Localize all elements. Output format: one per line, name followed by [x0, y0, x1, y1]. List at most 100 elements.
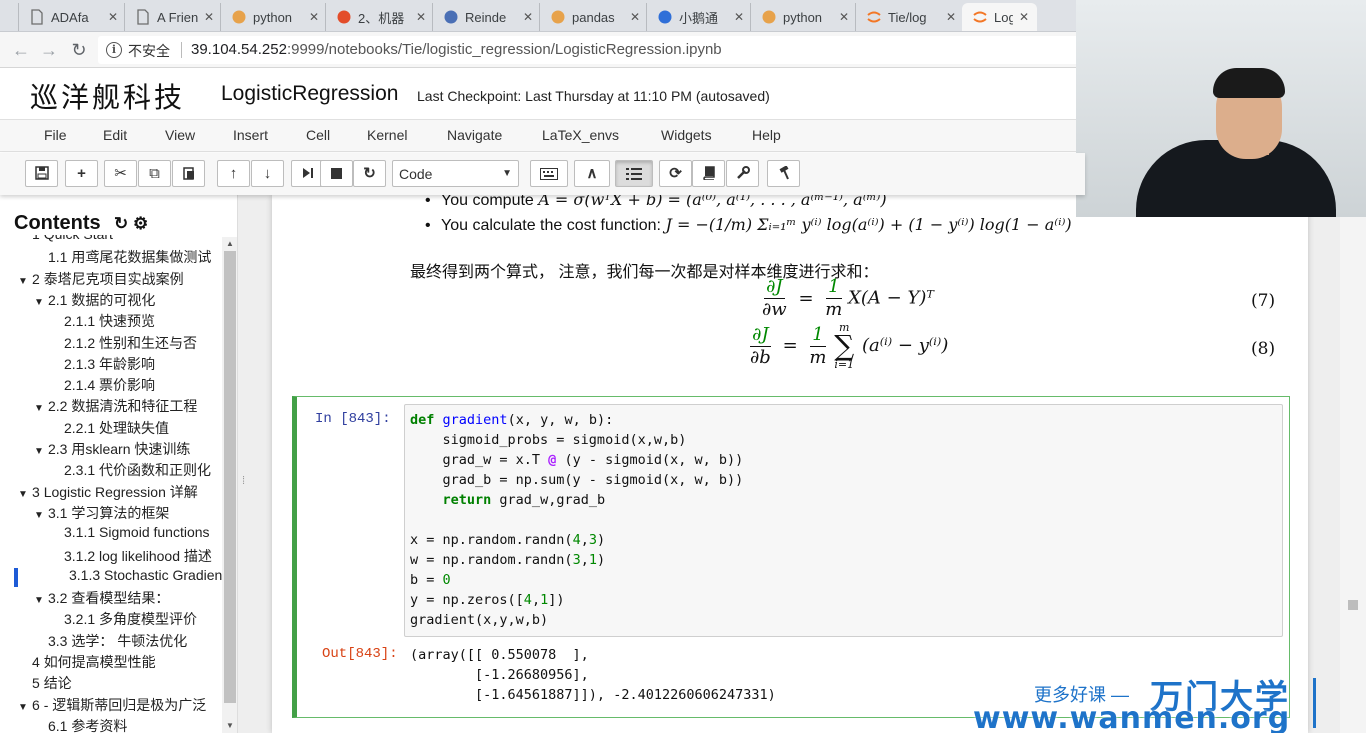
tab-close-icon[interactable]: ✕	[1019, 10, 1029, 24]
toc-refresh-icon[interactable]: ↻	[114, 214, 128, 233]
info-icon[interactable]: i	[106, 42, 122, 58]
tab-close-icon[interactable]: ✕	[630, 10, 640, 24]
forward-icon[interactable]: →	[38, 39, 60, 61]
page-scroll-thumb[interactable]	[1348, 600, 1358, 610]
toc-settings-icon[interactable]: ⚙	[133, 214, 148, 233]
toc-item[interactable]: 3.1.3 Stochastic Gradient	[69, 567, 226, 583]
toc-item[interactable]: ▼ 3.1 学习算法的框架	[34, 503, 169, 523]
toc-item[interactable]: 3.1.1 Sigmoid functions	[64, 524, 210, 540]
url-text[interactable]: 39.104.54.252:9999/notebooks/Tie/logisti…	[191, 41, 722, 58]
reload-icon[interactable]: ↻	[68, 39, 90, 61]
paste-icon[interactable]	[172, 160, 205, 187]
browser-tab[interactable]: ADAfa ✕	[18, 3, 126, 31]
menu-cell[interactable]: Cell	[306, 127, 330, 143]
browser-tab[interactable]: Logistic ✕	[962, 3, 1037, 31]
toc-item[interactable]: 3.2.1 多角度模型评价	[64, 609, 197, 629]
browser-tab[interactable]: 2、机器 ✕	[325, 3, 434, 31]
menu-kernel[interactable]: Kernel	[367, 127, 407, 143]
chevron-up-icon[interactable]: ∧	[574, 160, 610, 187]
tab-close-icon[interactable]: ✕	[416, 10, 426, 24]
arrow-up-icon[interactable]: ↑	[217, 160, 250, 187]
toc-expand-icon[interactable]: ▼	[34, 446, 48, 457]
menu-file[interactable]: File	[44, 127, 67, 143]
menu-latex-envs[interactable]: LaTeX_envs	[542, 127, 619, 143]
logo[interactable]: 巡洋舰科技	[30, 76, 185, 116]
scroll-down-icon[interactable]: ▼	[226, 721, 234, 730]
tab-close-icon[interactable]: ✕	[839, 10, 849, 24]
toc-item[interactable]: 3.1.2 log likelihood 描述	[64, 546, 212, 566]
restart-icon[interactable]: ↻	[353, 160, 386, 187]
toc-item[interactable]: ▼ 2 泰塔尼克项目实战案例	[18, 269, 184, 289]
tab-close-icon[interactable]: ✕	[309, 10, 319, 24]
toc-item[interactable]: 2.1.2 性别和生还与否	[64, 333, 197, 353]
toc-item[interactable]: 4 如何提高模型性能	[32, 652, 156, 672]
toc-expand-icon[interactable]: ▼	[18, 702, 32, 713]
toc-item[interactable]: 6.1 参考资料	[48, 716, 127, 733]
tab-close-icon[interactable]: ✕	[946, 10, 956, 24]
back-icon[interactable]: ←	[10, 39, 32, 61]
url-omnibox[interactable]: i 不安全 39.104.54.252:9999/notebooks/Tie/l…	[98, 36, 1098, 64]
toc-item[interactable]: ▼ 3 Logistic Regression 详解	[18, 482, 198, 502]
toc-expand-icon[interactable]: ▼	[34, 595, 48, 606]
browser-tab[interactable]: A Frien ✕	[124, 3, 222, 31]
toc-item[interactable]: 2.1.1 快速预览	[64, 311, 155, 331]
menu-navigate[interactable]: Navigate	[447, 127, 502, 143]
copy-icon[interactable]: ⧉	[138, 160, 171, 187]
toc-scroll-thumb[interactable]	[224, 251, 236, 703]
browser-tab[interactable]: python ✕	[220, 3, 327, 31]
scroll-up-icon[interactable]: ▲	[226, 239, 234, 248]
toc-expand-icon[interactable]: ▼	[34, 403, 48, 414]
cell-type-select[interactable]: Code ▼	[392, 160, 519, 187]
toc-item-label: 3.1.1 Sigmoid functions	[64, 524, 210, 540]
toc-item[interactable]: 2.2.1 处理缺失值	[64, 418, 169, 438]
toc-item[interactable]: 2.1.4 票价影响	[64, 375, 155, 395]
menu-view[interactable]: View	[165, 127, 195, 143]
browser-tab-title: 2、机器	[358, 10, 405, 26]
toc-expand-icon[interactable]: ▼	[18, 276, 32, 287]
toc-resize-handle[interactable]: ⁞	[242, 475, 245, 487]
toc-item-label: 3.1.2 log likelihood 描述	[64, 548, 212, 564]
browser-tab[interactable]: 小鹅通 ✕	[646, 3, 752, 31]
toc-expand-icon[interactable]: ▼	[34, 510, 48, 521]
tab-close-icon[interactable]: ✕	[108, 10, 118, 24]
page-scrollbar[interactable]	[1340, 195, 1366, 733]
menu-widgets[interactable]: Widgets	[661, 127, 712, 143]
toc-item[interactable]: 2.3.1 代价函数和正则化	[64, 460, 211, 480]
toc-item[interactable]: ▼ 2.1 数据的可视化	[34, 290, 155, 310]
toc-item[interactable]: 1.1 用鸢尾花数据集做测试	[48, 247, 211, 267]
save-icon[interactable]	[25, 160, 58, 187]
browser-tab[interactable]: Tie/log ✕	[855, 3, 964, 31]
plus-icon[interactable]: +	[65, 160, 98, 187]
toc-item[interactable]: 3.3 选学： 牛顿法优化	[48, 631, 187, 651]
scissors-icon[interactable]: ✂	[104, 160, 137, 187]
stop-icon[interactable]	[320, 160, 353, 187]
tab-close-icon[interactable]: ✕	[204, 10, 214, 24]
menu-help[interactable]: Help	[752, 127, 781, 143]
toc-item[interactable]: ▼ 6 - 逻辑斯蒂回归是极为广泛	[18, 695, 206, 715]
book-icon[interactable]	[692, 160, 725, 187]
toc-expand-icon[interactable]: ▼	[34, 297, 48, 308]
toc-expand-icon[interactable]: ▼	[18, 489, 32, 500]
browser-tab[interactable]: python ✕	[750, 3, 857, 31]
tab-close-icon[interactable]: ✕	[734, 10, 744, 24]
eq7-lhs-fraction: ∂J ∂w	[762, 276, 787, 321]
toc-scrollbar[interactable]: ▲ ▼	[222, 237, 237, 733]
tab-close-icon[interactable]: ✕	[523, 10, 533, 24]
toc-item[interactable]: 2.1.3 年龄影响	[64, 354, 155, 374]
toc-item[interactable]: 5 结论	[32, 673, 72, 693]
menu-edit[interactable]: Edit	[103, 127, 127, 143]
arrow-down-icon[interactable]: ↓	[251, 160, 284, 187]
list-icon[interactable]	[615, 160, 653, 187]
refresh-icon[interactable]: ⟳	[659, 160, 692, 187]
browser-tab[interactable]: pandas ✕	[539, 3, 648, 31]
notebook-title[interactable]: LogisticRegression	[221, 82, 398, 106]
hammer-icon[interactable]	[767, 160, 800, 187]
code-editor[interactable]: def gradient(x, y, w, b): sigmoid_probs …	[410, 410, 743, 630]
toc-item[interactable]: ▼ 2.3 用sklearn 快速训练	[34, 439, 190, 459]
keyboard-icon[interactable]	[530, 160, 568, 187]
toc-item[interactable]: ▼ 2.2 数据清洗和特征工程	[34, 396, 197, 416]
toc-item[interactable]: ▼ 3.2 查看模型结果：	[34, 588, 169, 608]
browser-tab[interactable]: Reinde ✕	[432, 3, 541, 31]
wrench-icon[interactable]	[726, 160, 759, 187]
menu-insert[interactable]: Insert	[233, 127, 268, 143]
